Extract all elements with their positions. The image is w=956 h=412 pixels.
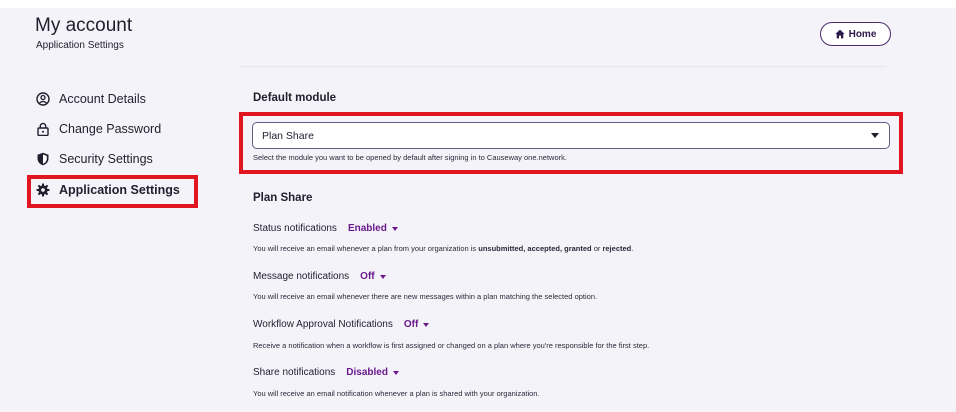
- top-strip: [0, 0, 956, 8]
- sidebar-item-label: Change Password: [59, 122, 162, 136]
- caret-down-icon: [379, 274, 386, 279]
- page-subtitle: Application Settings: [36, 40, 124, 51]
- caret-down-icon: [392, 370, 399, 375]
- home-button-label: Home: [848, 28, 877, 40]
- desc-text: or: [591, 244, 603, 253]
- workflow-notifications-description: Receive a notification when a workflow i…: [253, 341, 650, 350]
- highlight-box-sidebar: [27, 175, 198, 208]
- workflow-notifications-row: Workflow Approval Notifications Off: [253, 319, 430, 330]
- workflow-notifications-dropdown[interactable]: Off: [403, 319, 430, 330]
- message-notifications-description: You will receive an email whenever there…: [253, 292, 598, 301]
- app-page: My account Application Settings Home Acc…: [0, 0, 956, 412]
- status-notifications-value: Enabled: [347, 223, 387, 234]
- workflow-notifications-value: Off: [403, 319, 419, 330]
- home-icon: [834, 29, 845, 39]
- share-notifications-description: You will receive an email notification w…: [253, 389, 540, 398]
- plan-share-title: Plan Share: [253, 192, 313, 204]
- desc-bold: unsubmitted, accepted, granted: [478, 244, 592, 253]
- share-notifications-label: Share notifications: [253, 367, 336, 378]
- share-notifications-row: Share notifications Disabled: [253, 367, 399, 378]
- caret-down-icon: [391, 226, 398, 231]
- message-notifications-dropdown[interactable]: Off: [360, 271, 386, 282]
- message-notifications-label: Message notifications: [253, 271, 350, 282]
- message-notifications-row: Message notifications Off: [253, 271, 386, 282]
- account-circle-icon: [36, 92, 50, 106]
- sidebar-item-change-password[interactable]: Change Password: [36, 120, 161, 138]
- caret-down-icon: [423, 322, 430, 327]
- lock-icon: [37, 122, 49, 136]
- sidebar-item-security-settings[interactable]: Security Settings: [36, 150, 153, 168]
- sidebar-item-label: Account Details: [59, 92, 146, 106]
- desc-bold: rejected: [602, 244, 632, 253]
- status-notifications-description: You will receive an email whenever a pla…: [253, 244, 633, 253]
- highlight-box-default-module: [239, 112, 903, 174]
- desc-text: You will receive an email whenever a pla…: [253, 244, 479, 253]
- message-notifications-value: Off: [360, 271, 375, 282]
- desc-text: .: [631, 244, 634, 253]
- status-notifications-label: Status notifications: [253, 223, 337, 234]
- header-divider: [240, 66, 886, 67]
- status-notifications-row: Status notifications Enabled: [253, 223, 398, 234]
- share-notifications-dropdown[interactable]: Disabled: [346, 367, 399, 378]
- home-button[interactable]: Home: [820, 22, 891, 46]
- shield-icon: [37, 152, 49, 166]
- share-notifications-value: Disabled: [346, 367, 388, 378]
- sidebar-item-account-details[interactable]: Account Details: [36, 90, 146, 108]
- default-module-title: Default module: [253, 92, 337, 104]
- status-notifications-dropdown[interactable]: Enabled: [348, 223, 398, 234]
- sidebar-item-label: Security Settings: [59, 152, 153, 166]
- workflow-notifications-label: Workflow Approval Notifications: [253, 319, 393, 330]
- page-title: My account: [35, 15, 133, 36]
